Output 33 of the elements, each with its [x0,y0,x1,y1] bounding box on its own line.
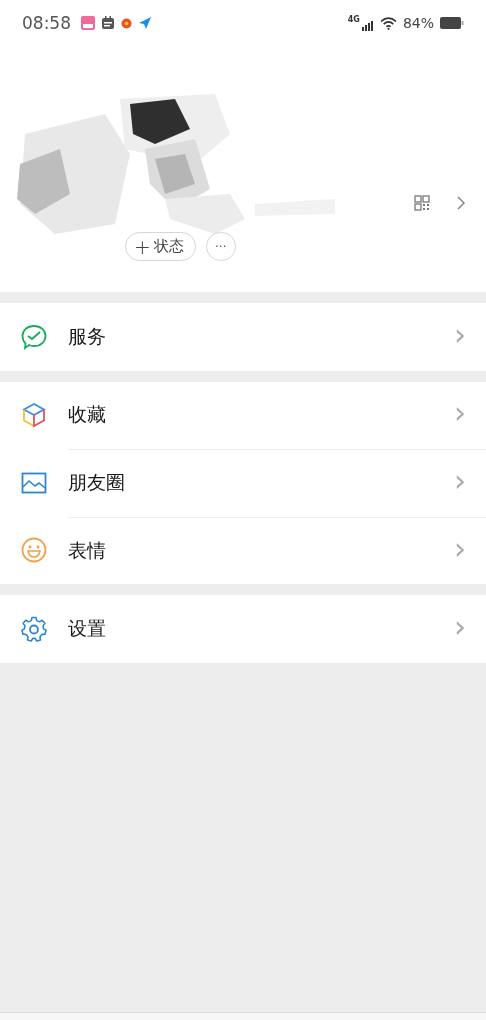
dot-app-icon [121,17,132,29]
chevron-icon: › [454,319,466,350]
menu-item[interactable]: 服务 › [68,303,486,371]
status-time: 08:58 [22,13,71,33]
chevron-icon: › [454,466,466,497]
menu-label: 表情 [68,537,107,563]
send-app-icon [138,16,152,30]
smiley-icon [21,537,47,564]
gallery-app-icon [81,16,95,30]
battery-icon [440,17,464,29]
chevron-icon[interactable] [456,195,466,211]
cube-icon [21,402,47,429]
chevron-icon: › [454,398,466,429]
menu-item[interactable]: 朋友圈 › [68,449,486,517]
menu-label: 收藏 [68,402,107,428]
menu-label: 设置 [68,615,107,641]
menu-item[interactable]: 设置 › [68,595,486,663]
menu-label: 服务 [68,323,107,349]
calendar-app-icon [101,16,115,30]
chat-check-icon [21,323,47,350]
menu-item[interactable]: 表情 › [68,516,486,584]
settings-icon [21,615,47,642]
wifi-icon [379,16,397,30]
menu-label: 朋友圈 [68,470,126,496]
signal-icon [361,21,374,31]
qr-code-icon[interactable] [414,195,430,211]
menu-item[interactable]: 收藏 › [68,381,486,449]
more-button[interactable]: ··· [205,232,236,261]
status-button[interactable]: +状态 [125,232,196,261]
battery-percent: 84% [402,15,434,31]
chevron-icon: › [454,533,466,564]
network-label: 4G [347,15,360,24]
chevron-icon: › [454,611,466,642]
